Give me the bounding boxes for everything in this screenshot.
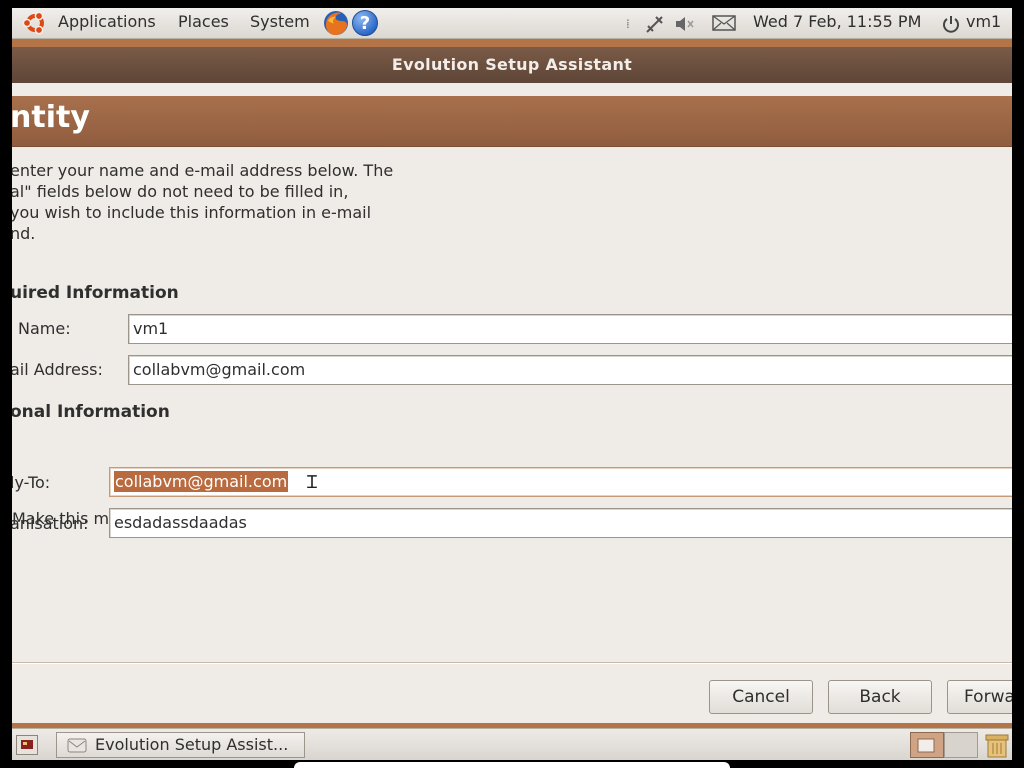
reply-to-input[interactable]: collabvm@gmail.com: [109, 467, 1012, 497]
button-separator: [12, 662, 1012, 664]
top-panel: Applications Places System ? ⁞ Wed 7 Feb…: [12, 8, 1012, 39]
window-titlebar[interactable]: Evolution Setup Assistant: [12, 47, 1012, 83]
full-name-label: Name:: [18, 319, 71, 338]
cancel-button[interactable]: Cancel: [709, 680, 813, 714]
page-header: ntity: [12, 96, 1012, 147]
menu-system[interactable]: System: [250, 12, 310, 31]
setup-assistant-window: ntity enter your name and e-mail address…: [12, 83, 1012, 723]
back-button-label: Back: [859, 687, 901, 707]
clock[interactable]: Wed 7 Feb, 11:55 PM: [753, 12, 921, 31]
full-name-input[interactable]: vm1: [128, 314, 1012, 344]
back-button[interactable]: Back: [828, 680, 932, 714]
power-icon[interactable]: [942, 15, 960, 33]
page-title: ntity: [12, 100, 90, 135]
show-desktop-icon: [21, 740, 33, 749]
forward-button[interactable]: Forwa: [947, 680, 1012, 714]
required-info-heading: uired Information: [12, 283, 179, 303]
ubuntu-logo-icon[interactable]: [22, 10, 48, 36]
mail-indicator-icon[interactable]: [712, 14, 736, 32]
intro-text: enter your name and e-mail address below…: [12, 160, 430, 244]
volume-icon[interactable]: [674, 14, 696, 34]
window-title: Evolution Setup Assistant: [391, 55, 633, 74]
screen-bottom-strip: [294, 762, 730, 768]
intro-line: you wish to include this information in …: [12, 203, 372, 222]
menu-applications[interactable]: Applications: [58, 12, 156, 31]
trash-icon[interactable]: [984, 731, 1010, 759]
email-address-label: ail Address:: [12, 360, 103, 379]
forward-button-label: Forwa: [964, 687, 1012, 707]
text-cursor-icon: Ɪ: [307, 472, 318, 493]
taskbar-window-button[interactable]: Evolution Setup Assist...: [56, 732, 305, 758]
panel-separator-icon: ⁞: [626, 17, 630, 31]
workspace-window-icon: [917, 738, 935, 753]
help-icon[interactable]: ?: [352, 10, 378, 36]
optional-info-heading: onal Information: [12, 402, 170, 422]
firefox-icon[interactable]: [322, 9, 350, 37]
reply-to-label: ly-To:: [12, 473, 51, 492]
organisation-input[interactable]: esdadassdaadas: [109, 508, 1012, 538]
user-menu[interactable]: vm1: [966, 12, 1001, 31]
cancel-button-label: Cancel: [732, 687, 790, 707]
organisation-label: anisation:: [12, 514, 89, 533]
workspace-1[interactable]: [910, 732, 944, 758]
network-icon[interactable]: [644, 14, 666, 34]
intro-line: enter your name and e-mail address below…: [12, 161, 394, 180]
show-desktop-button[interactable]: [16, 735, 38, 755]
reply-to-selected-text: collabvm@gmail.com: [114, 471, 289, 492]
window-frame: [12, 39, 1012, 47]
desktop-screen: Applications Places System ? ⁞ Wed 7 Feb…: [12, 8, 1012, 760]
intro-line: al" fields below do not need to be fille…: [12, 182, 349, 201]
evolution-mail-icon: [67, 738, 87, 753]
intro-line: nd.: [12, 224, 36, 243]
bottom-panel: Evolution Setup Assist...: [12, 728, 1012, 760]
taskbar-window-label: Evolution Setup Assist...: [95, 735, 289, 754]
email-address-input[interactable]: collabvm@gmail.com: [128, 355, 1012, 385]
menu-places[interactable]: Places: [178, 12, 229, 31]
workspace-2[interactable]: [944, 732, 978, 758]
